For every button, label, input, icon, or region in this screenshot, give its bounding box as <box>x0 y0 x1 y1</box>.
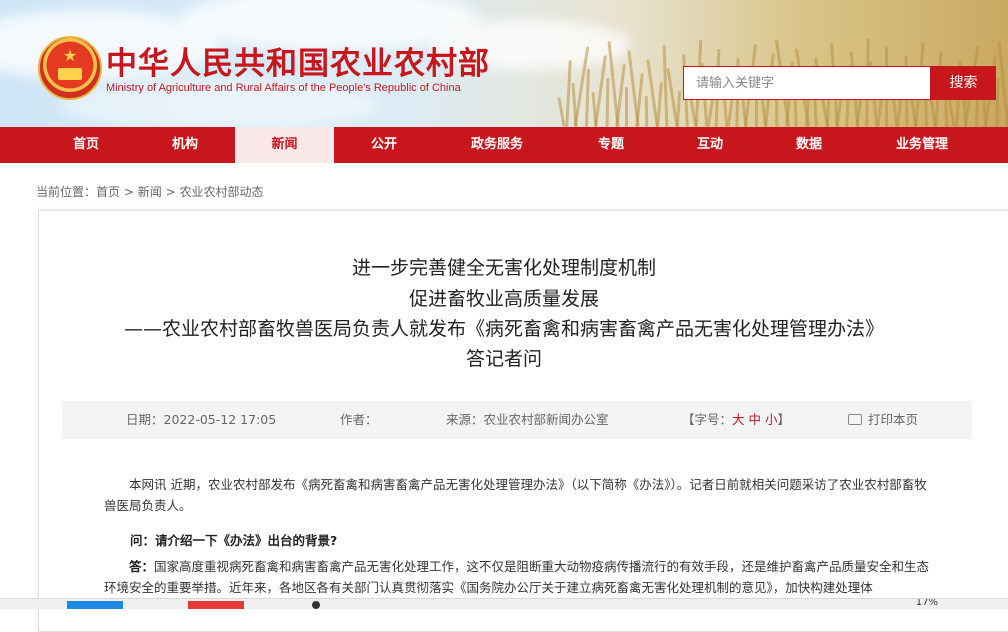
wheat-stalk <box>605 77 609 127</box>
nav-item-data[interactable]: 数据 <box>763 127 855 163</box>
meta-source-label: 来源： <box>446 412 484 427</box>
main-nav: 首页 机构 新闻 公开 政务服务 专题 互动 数据 业务管理 <box>0 127 1008 163</box>
article-meta-bar: 日期：2022-05-12 17:05 作者： 来源：农业农村部新闻办公室 【字… <box>62 401 972 439</box>
nav-item-disclosure[interactable]: 公开 <box>338 127 430 163</box>
article-intro-paragraph: 本网讯 近期，农业农村部发布《病死畜禽和病害畜禽产品无害化处理管理办法》（以下简… <box>104 477 927 513</box>
meta-source-value: 农业农村部新闻办公室 <box>483 412 609 427</box>
print-page-label: 打印本页 <box>868 412 919 427</box>
breadcrumb-prefix: 当前位置： <box>36 185 97 199</box>
meta-author-label: 作者： <box>340 412 378 427</box>
meta-source: 来源：农业农村部新闻办公室 <box>446 401 609 439</box>
nav-item-business-management[interactable]: 业务管理 <box>868 127 976 163</box>
breadcrumb-separator: > <box>165 185 176 199</box>
breadcrumb: 当前位置：首页 > 新闻 > 农业农村部动态 <box>36 183 264 200</box>
zoom-level: 17% <box>915 598 938 608</box>
meta-date-value: 2022-05-12 17:05 <box>163 412 277 427</box>
national-emblem-logo: ★ <box>38 36 102 100</box>
font-size-small-button[interactable]: 小 <box>765 412 778 427</box>
nav-item-home[interactable]: 首页 <box>40 127 132 163</box>
breadcrumb-link-ministry-news[interactable]: 农业农村部动态 <box>179 185 263 199</box>
breadcrumb-separator: > <box>123 185 134 199</box>
nav-item-gov-services[interactable]: 政务服务 <box>446 127 548 163</box>
meta-date-label: 日期： <box>126 412 164 427</box>
wheat-stalk <box>557 96 566 127</box>
font-size-label: 【字号： <box>682 412 733 427</box>
font-size-large-button[interactable]: 大 <box>732 412 745 427</box>
answer-1-paragraph: 答：国家高度重视病死畜禽和病害畜禽产品无害化处理工作，这不仅是阻断重大动物疫病传… <box>104 556 934 598</box>
wheat-stalk <box>655 81 663 127</box>
nav-item-news[interactable]: 新闻 <box>235 127 334 163</box>
wheat-stalk <box>662 44 669 127</box>
font-size-end: 】 <box>777 412 791 427</box>
breadcrumb-link-home[interactable]: 首页 <box>96 185 120 199</box>
wheat-stalk <box>584 68 591 127</box>
taskbar: 17% <box>0 598 1008 609</box>
font-size-controls: 【字号：大 中 小】 <box>682 401 790 439</box>
article-title-line-1: 进一步完善健全无害化处理制度机制 <box>351 257 656 279</box>
answer-label: 答： <box>129 559 155 574</box>
site-header: ★ 中华人民共和国农业农村部 Ministry of Agriculture a… <box>0 0 1008 127</box>
breadcrumb-link-news[interactable]: 新闻 <box>138 185 162 199</box>
meta-date: 日期：2022-05-12 17:05 <box>126 401 276 439</box>
answer-1-text: 国家高度重视病死畜禽和病害畜禽产品无害化处理工作，这不仅是阻断重大动物疫病传播流… <box>104 559 930 595</box>
question-1: 问：请介绍一下《办法》出台的背景? <box>130 533 338 548</box>
wheat-stalk <box>625 87 628 127</box>
wheat-stalk <box>564 59 572 127</box>
nav-item-organization[interactable]: 机构 <box>138 127 232 163</box>
nav-item-interaction[interactable]: 互动 <box>664 127 756 163</box>
ministry-name-en: Ministry of Agriculture and Rural Affair… <box>106 82 461 94</box>
article-title-line-4: 答记者问 <box>465 348 542 370</box>
article-title-line-3: ——农业农村部畜牧兽医局负责人就发布《病死畜禽和病害畜禽产品无害化处理管理办法》 <box>123 318 884 340</box>
search-input[interactable] <box>683 66 931 100</box>
printer-icon <box>848 414 862 425</box>
article-title-line-2: 促进畜牧业高质量发展 <box>408 288 599 310</box>
search-button[interactable]: 搜索 <box>931 66 996 100</box>
nav-item-topics[interactable]: 专题 <box>565 127 657 163</box>
wheat-stalk <box>644 95 648 127</box>
wheat-stalk <box>947 96 956 127</box>
ministry-name-cn: 中华人民共和国农业农村部 <box>106 46 490 82</box>
wheat-stalk <box>675 90 682 127</box>
print-page-button[interactable]: 打印本页 <box>848 401 918 439</box>
font-size-medium-button[interactable]: 中 <box>749 412 762 427</box>
